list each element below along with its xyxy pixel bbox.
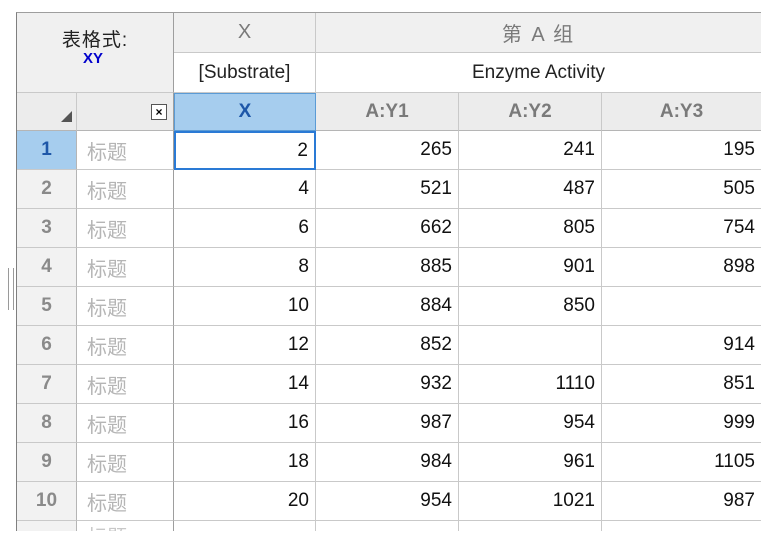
row-title-cell[interactable]: 标题: [77, 170, 174, 209]
cell-a-y1[interactable]: 662: [316, 209, 459, 248]
cell-a-y1[interactable]: 932: [316, 365, 459, 404]
row-number[interactable]: 2: [17, 170, 77, 209]
cell-a-y1[interactable]: 521: [316, 170, 459, 209]
row-number[interactable]: 4: [17, 248, 77, 287]
cell-a-y1[interactable]: 265: [316, 131, 459, 170]
cell-a-y3[interactable]: 999: [602, 404, 761, 443]
partial-cell-a-y3[interactable]: [602, 521, 761, 531]
row-title-cell[interactable]: 标题: [77, 482, 174, 521]
cell-x[interactable]: 14: [174, 365, 316, 404]
row-number[interactable]: 8: [17, 404, 77, 443]
cell-a-y2[interactable]: 850: [459, 287, 602, 326]
partial-row-title: 标题: [87, 521, 127, 531]
row-title-header: ×: [77, 93, 174, 131]
cell-a-y2[interactable]: [459, 326, 602, 365]
row-number[interactable]: 6: [17, 326, 77, 365]
cell-x[interactable]: 18: [174, 443, 316, 482]
partial-cell-a-y1[interactable]: [316, 521, 459, 531]
group-a-title[interactable]: Enzyme Activity: [316, 53, 761, 93]
cell-x[interactable]: 16: [174, 404, 316, 443]
row-title-cell[interactable]: 标题: [77, 326, 174, 365]
close-box-icon[interactable]: ×: [151, 103, 167, 120]
row-title-cell[interactable]: 标题: [77, 131, 174, 170]
x-column-title[interactable]: [Substrate]: [174, 53, 316, 93]
row-title-cell[interactable]: 标题: [77, 287, 174, 326]
table-format-value: XY: [82, 50, 103, 67]
cell-a-y1[interactable]: 852: [316, 326, 459, 365]
pane-splitter-handle[interactable]: [8, 268, 14, 310]
table-format-cell[interactable]: 表格式: XY: [17, 13, 174, 93]
x-column-name[interactable]: X: [174, 13, 316, 53]
column-header-y3[interactable]: A:Y3: [602, 93, 761, 131]
cell-a-y1[interactable]: 987: [316, 404, 459, 443]
row-title-cell[interactable]: 标题: [77, 404, 174, 443]
row-number[interactable]: 3: [17, 209, 77, 248]
cell-a-y3[interactable]: 505: [602, 170, 761, 209]
cell-a-y3[interactable]: 1105: [602, 443, 761, 482]
row-number[interactable]: 10: [17, 482, 77, 521]
column-header-y2[interactable]: A:Y2: [459, 93, 602, 131]
row-number[interactable]: 5: [17, 287, 77, 326]
cell-x[interactable]: 8: [174, 248, 316, 287]
cell-x[interactable]: 10: [174, 287, 316, 326]
cell-a-y2[interactable]: 487: [459, 170, 602, 209]
cell-a-y3[interactable]: 914: [602, 326, 761, 365]
cell-a-y3[interactable]: 754: [602, 209, 761, 248]
cell-a-y3[interactable]: [602, 287, 761, 326]
partial-cell-a-y2[interactable]: [459, 521, 602, 531]
cell-x[interactable]: 2: [174, 131, 316, 170]
row-number[interactable]: 9: [17, 443, 77, 482]
cell-a-y2[interactable]: 1110: [459, 365, 602, 404]
cell-a-y2[interactable]: 961: [459, 443, 602, 482]
partial-cell-x[interactable]: [174, 521, 316, 531]
column-header-x[interactable]: X: [174, 93, 316, 131]
cell-a-y1[interactable]: 884: [316, 287, 459, 326]
data-table-window: 表格式: XY X 第 A 组 [Substrate] Enzyme Activ…: [0, 0, 762, 545]
column-header-y1[interactable]: A:Y1: [316, 93, 459, 131]
row-number[interactable]: 1: [17, 131, 77, 170]
cell-x[interactable]: 12: [174, 326, 316, 365]
row-title-cell[interactable]: 标题: [77, 365, 174, 404]
cell-a-y2[interactable]: 1021: [459, 482, 602, 521]
partial-row-number[interactable]: [17, 521, 77, 531]
cell-x[interactable]: 4: [174, 170, 316, 209]
cell-a-y2[interactable]: 954: [459, 404, 602, 443]
cell-a-y3[interactable]: 195: [602, 131, 761, 170]
cell-x[interactable]: 20: [174, 482, 316, 521]
group-a-name[interactable]: 第 A 组: [316, 13, 761, 53]
cell-a-y1[interactable]: 984: [316, 443, 459, 482]
data-grid: 表格式: XY X 第 A 组 [Substrate] Enzyme Activ…: [16, 12, 761, 531]
row-title-cell[interactable]: 标题: [77, 248, 174, 287]
cell-a-y1[interactable]: 885: [316, 248, 459, 287]
row-title-cell[interactable]: 标题: [77, 443, 174, 482]
sort-corner-icon: [61, 111, 72, 122]
cell-a-y1[interactable]: 954: [316, 482, 459, 521]
row-number[interactable]: 7: [17, 365, 77, 404]
cell-a-y3[interactable]: 851: [602, 365, 761, 404]
cell-a-y2[interactable]: 241: [459, 131, 602, 170]
cell-a-y3[interactable]: 987: [602, 482, 761, 521]
cell-a-y3[interactable]: 898: [602, 248, 761, 287]
cell-x[interactable]: 6: [174, 209, 316, 248]
cell-a-y2[interactable]: 805: [459, 209, 602, 248]
cell-a-y2[interactable]: 901: [459, 248, 602, 287]
table-format-label: 表格式:: [61, 30, 129, 51]
select-all-corner[interactable]: [17, 93, 77, 131]
row-title-cell[interactable]: 标题: [77, 209, 174, 248]
